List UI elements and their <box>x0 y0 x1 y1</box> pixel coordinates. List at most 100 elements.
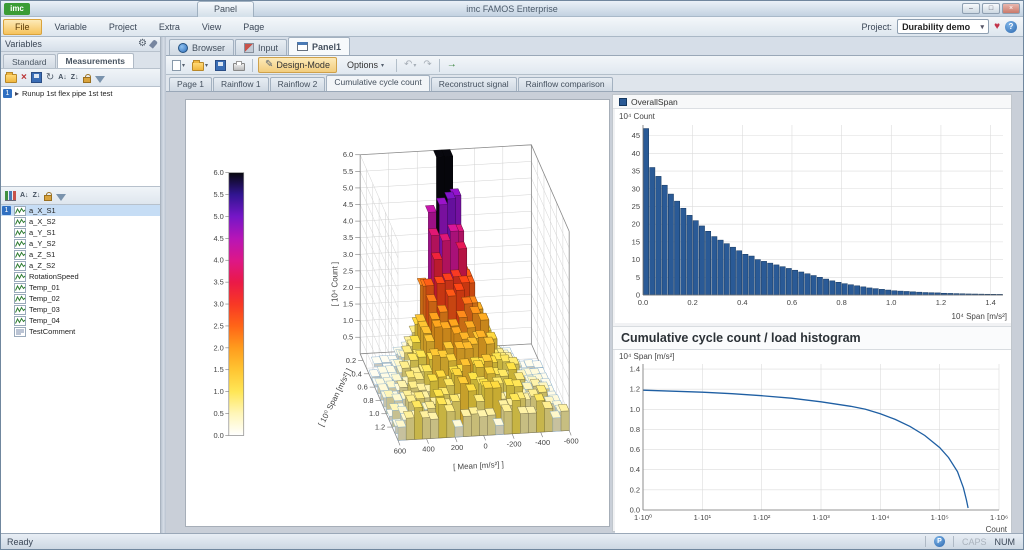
waveform-icon <box>14 206 26 216</box>
redo-button[interactable]: ↷ <box>421 59 433 71</box>
sort-desc-icon[interactable]: Z↓ <box>33 192 41 199</box>
page-tab-rainflow-1[interactable]: Rainflow 1 <box>213 77 269 91</box>
variable-row[interactable]: 1a_X_S1 <box>1 205 160 216</box>
menu-variable[interactable]: Variable <box>44 17 98 36</box>
right-column: OverallSpan 0510152025303540450.00.20.40… <box>612 94 1012 532</box>
svg-text:5.0: 5.0 <box>343 183 353 192</box>
num-indicator: NUM <box>995 537 1016 547</box>
variable-row[interactable]: a_Y_S2 <box>1 238 160 249</box>
doc-tab-label: Browser <box>192 43 225 53</box>
variable-row[interactable]: a_Z_S2 <box>1 260 160 271</box>
svg-text:0.5: 0.5 <box>213 409 223 418</box>
menu-view[interactable]: View <box>191 17 232 36</box>
options-button[interactable]: Options ▾ <box>340 57 391 73</box>
page-tab-cumulative-cycle-count[interactable]: Cumulative cycle count <box>326 75 429 91</box>
variable-row[interactable]: Temp_02 <box>1 293 160 304</box>
svg-text:-400: -400 <box>535 438 550 447</box>
page-tab-rainflow-2[interactable]: Rainflow 2 <box>270 77 326 91</box>
svg-text:0: 0 <box>484 441 488 450</box>
variable-row[interactable]: Temp_04 <box>1 315 160 326</box>
sidebar-tab-standard[interactable]: Standard <box>3 54 56 68</box>
page-tab-reconstruct-signal[interactable]: Reconstruct signal <box>431 77 517 91</box>
lock-icon[interactable] <box>44 195 52 201</box>
svg-text:[ Mean [m/s²] ]: [ Mean [m/s²] ] <box>453 460 504 472</box>
variable-name: a_Z_S2 <box>29 261 55 270</box>
maximize-button[interactable]: □ <box>982 3 1000 14</box>
sort-asc-icon[interactable]: A↓ <box>20 192 29 199</box>
variable-name: a_Z_S1 <box>29 250 55 259</box>
svg-text:25: 25 <box>632 202 640 211</box>
variable-row[interactable]: RotationSpeed <box>1 271 160 282</box>
minimize-button[interactable]: – <box>962 3 980 14</box>
filter-icon[interactable] <box>95 76 105 83</box>
run-button[interactable]: → <box>445 59 459 71</box>
svg-text:0.2: 0.2 <box>630 485 640 494</box>
svg-text:1·10²: 1·10² <box>753 513 771 522</box>
svg-text:0.6: 0.6 <box>357 383 367 392</box>
filter-icon[interactable] <box>56 194 66 201</box>
doc-tab-panel1[interactable]: Panel1 <box>288 37 350 55</box>
sidebar-tab-measurements[interactable]: Measurements <box>57 53 135 68</box>
page-tab-page-1[interactable]: Page 1 <box>169 77 212 91</box>
delete-icon[interactable]: × <box>21 72 27 83</box>
undo-button[interactable]: ↶▾ <box>402 59 418 71</box>
pin-icon[interactable] <box>149 39 158 48</box>
menu-file[interactable]: File <box>3 19 42 35</box>
help-icon[interactable]: ? <box>1005 21 1017 33</box>
design-mode-button[interactable]: ✎ Design-Mode <box>258 57 337 73</box>
lock-icon[interactable] <box>83 77 91 83</box>
gear-icon[interactable]: ⚙ <box>138 39 147 49</box>
svg-text:1·10¹: 1·10¹ <box>694 513 712 522</box>
sort-desc-icon[interactable]: Z↓ <box>71 74 79 81</box>
variable-row[interactable]: a_Z_S1 <box>1 249 160 260</box>
sort-asc-icon[interactable]: A↓ <box>58 74 67 81</box>
waveform-icon <box>14 294 26 304</box>
waveform-icon <box>14 239 26 249</box>
svg-text:1·10⁵: 1·10⁵ <box>931 513 949 522</box>
menubar: FileVariableProjectExtraViewPage Project… <box>1 17 1023 37</box>
menu-extra[interactable]: Extra <box>148 17 191 36</box>
variables-list: 1a_X_S1a_X_S2a_Y_S1a_Y_S2a_Z_S1 a_Z_S2Rot… <box>1 205 160 533</box>
menu-page[interactable]: Page <box>232 17 275 36</box>
variable-row[interactable]: Temp_03 <box>1 304 160 315</box>
variable-row[interactable]: a_Y_S1 <box>1 227 160 238</box>
project-value: Durability demo <box>902 22 970 32</box>
status-p-icon[interactable]: P <box>934 536 945 547</box>
favorites-heart-icon[interactable]: ♥ <box>994 22 1000 32</box>
svg-text:35: 35 <box>632 167 640 176</box>
project-label: Project: <box>862 22 893 32</box>
svg-text:2.5: 2.5 <box>343 266 353 275</box>
refresh-icon[interactable]: ↻ <box>46 73 54 83</box>
save-icon[interactable] <box>31 72 42 83</box>
section-heading: Cumulative cycle count / load histogram <box>613 326 1011 350</box>
menu-project[interactable]: Project <box>98 17 148 36</box>
variable-row[interactable]: a_X_S2 <box>1 216 160 227</box>
open-folder-icon[interactable] <box>5 74 17 83</box>
page-tab-rainflow-comparison[interactable]: Rainflow comparison <box>518 77 613 91</box>
project-select[interactable]: Durability demo ▾ <box>897 19 989 34</box>
svg-text:1.4: 1.4 <box>630 365 640 374</box>
svg-text:20: 20 <box>632 220 640 229</box>
expander-icon[interactable]: ▸ <box>15 90 19 98</box>
new-panel-button[interactable]: ▾ <box>170 59 187 72</box>
window-title: imc FAMOS Enterprise <box>1 4 1023 14</box>
variable-row[interactable]: Temp_01 <box>1 282 160 293</box>
print-button[interactable] <box>231 59 247 72</box>
svg-text:2.0: 2.0 <box>343 283 353 292</box>
floating-panel-tab[interactable]: Panel <box>197 1 254 17</box>
titlebar: imc imc FAMOS Enterprise Panel – □ × <box>1 1 1023 17</box>
variable-name: Temp_01 <box>29 283 60 292</box>
svg-text:0.2: 0.2 <box>346 356 356 365</box>
save-button[interactable] <box>213 59 228 72</box>
close-button[interactable]: × <box>1002 3 1020 14</box>
variable-row[interactable]: TestComment <box>1 326 160 337</box>
chart-icon[interactable] <box>5 191 16 201</box>
doc-tab-browser[interactable]: Browser <box>169 39 234 55</box>
svg-text:1.0: 1.0 <box>630 405 640 414</box>
measurement-badge: 1 <box>2 206 11 215</box>
measurement-row[interactable]: 1 ▸ Runup 1st flex pipe 1st test <box>1 87 160 100</box>
chart-legend: OverallSpan <box>613 95 1011 109</box>
doc-tab-input[interactable]: Input <box>235 39 287 55</box>
variables-toolbar: A↓ Z↓ <box>1 187 160 205</box>
open-button[interactable]: ▾ <box>190 59 210 72</box>
